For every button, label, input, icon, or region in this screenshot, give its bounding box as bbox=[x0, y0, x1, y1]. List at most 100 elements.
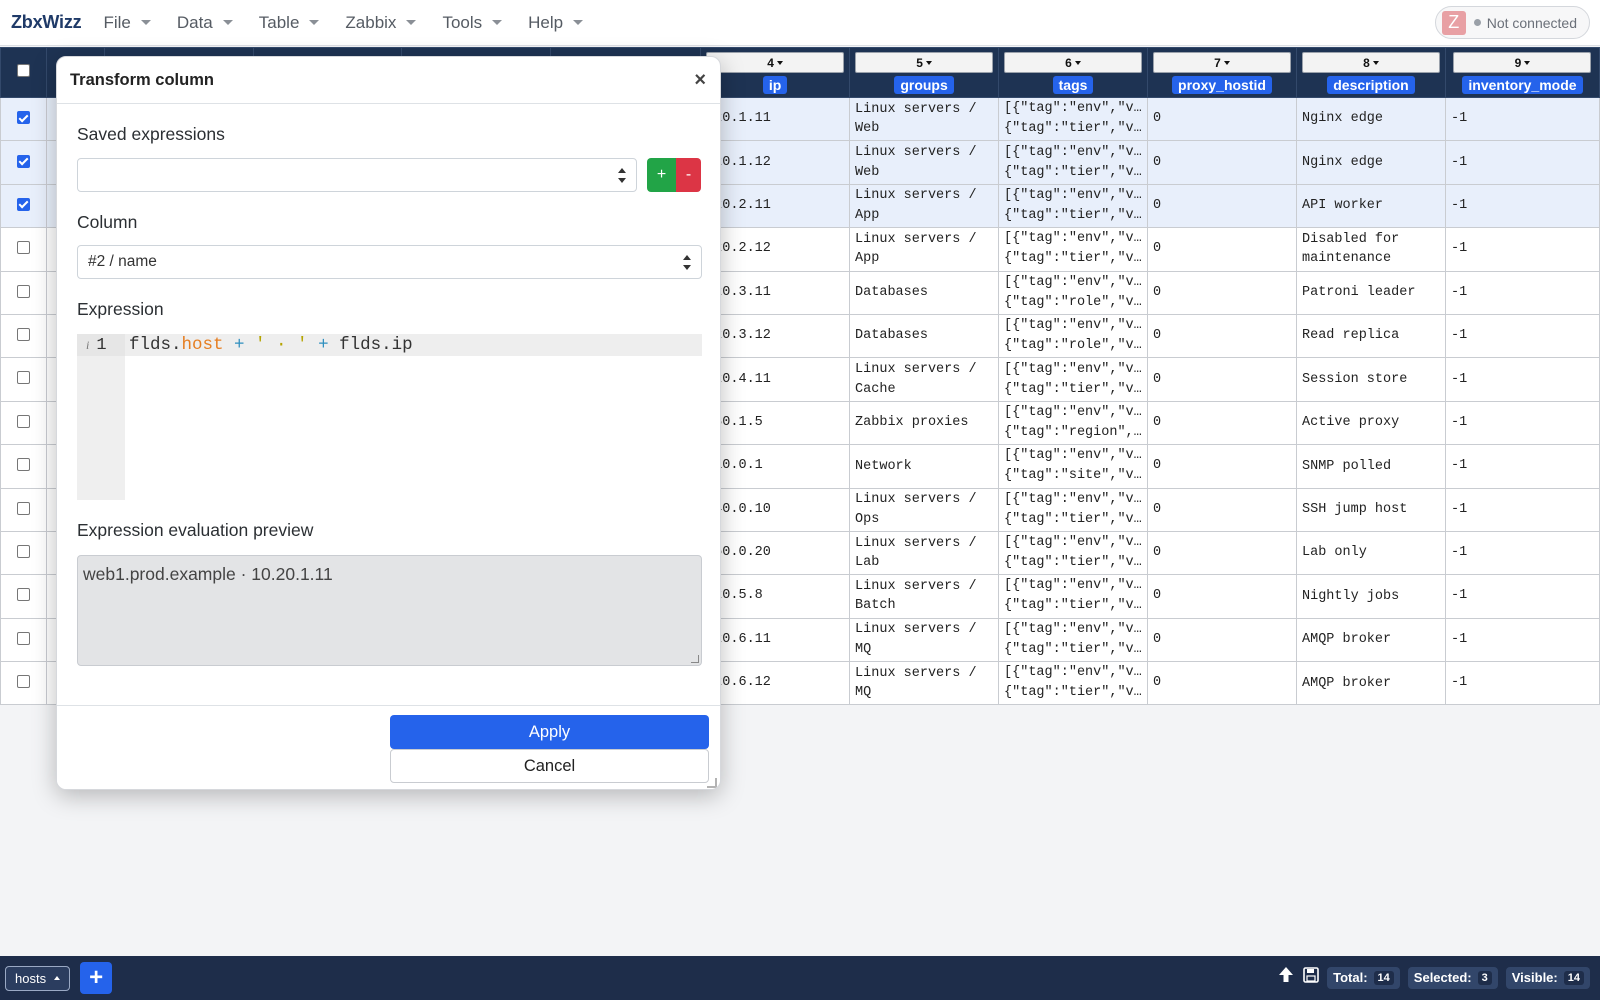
groups-cell[interactable]: Linux servers / MQ bbox=[849, 661, 1000, 706]
ip-cell[interactable]: .10.0.1 bbox=[700, 444, 851, 489]
inventory-mode-cell[interactable]: -1 bbox=[1444, 617, 1600, 663]
column-header-tags[interactable]: 6 tags bbox=[998, 47, 1149, 98]
ip-cell[interactable]: .50.0.20 bbox=[700, 530, 851, 576]
tags-cell[interactable]: [{"tag":"env","v… {"tag":"tier","v… bbox=[998, 661, 1149, 706]
groups-cell[interactable]: Linux servers / MQ bbox=[849, 617, 1000, 663]
groups-cell[interactable]: Databases bbox=[849, 270, 1000, 315]
proxy-hostid-cell[interactable]: 0 bbox=[1147, 617, 1297, 663]
column-sort-button[interactable]: 4 bbox=[706, 52, 845, 73]
groups-cell[interactable]: Zabbix proxies bbox=[849, 400, 1000, 446]
proxy-hostid-cell[interactable]: 0 bbox=[1147, 183, 1297, 229]
groups-cell[interactable]: Linux servers / Ops bbox=[849, 487, 1000, 532]
inventory-mode-cell[interactable]: -1 bbox=[1444, 400, 1600, 446]
ip-cell[interactable]: .20.1.11 bbox=[700, 96, 851, 142]
row-checkbox[interactable] bbox=[16, 501, 30, 515]
select-all-checkbox[interactable] bbox=[16, 64, 30, 78]
ip-cell[interactable]: .20.4.11 bbox=[700, 357, 851, 402]
proxy-hostid-cell[interactable]: 0 bbox=[1147, 661, 1297, 706]
proxy-hostid-cell[interactable]: 0 bbox=[1147, 227, 1297, 272]
description-cell[interactable]: SSH jump host bbox=[1296, 487, 1446, 532]
inventory-mode-cell[interactable]: -1 bbox=[1444, 357, 1600, 402]
row-checkbox[interactable] bbox=[16, 545, 30, 559]
description-cell[interactable]: Patroni leader bbox=[1296, 270, 1446, 315]
inventory-mode-cell[interactable]: -1 bbox=[1444, 444, 1600, 489]
tags-cell[interactable]: [{"tag":"env","v… {"tag":"tier","v… bbox=[998, 357, 1149, 402]
column-sort-button[interactable]: 8 bbox=[1301, 52, 1440, 73]
ip-cell[interactable]: .20.3.12 bbox=[700, 313, 851, 359]
column-sort-button[interactable]: 9 bbox=[1453, 52, 1592, 73]
proxy-hostid-cell[interactable]: 0 bbox=[1147, 487, 1297, 532]
proxy-hostid-cell[interactable]: 0 bbox=[1147, 400, 1297, 446]
row-checkbox[interactable] bbox=[16, 371, 30, 385]
ip-cell[interactable]: .20.2.12 bbox=[700, 227, 851, 272]
inventory-mode-cell[interactable]: -1 bbox=[1444, 183, 1600, 229]
description-cell[interactable]: SNMP polled bbox=[1296, 444, 1446, 489]
menu-help[interactable]: Help bbox=[528, 13, 584, 33]
groups-cell[interactable]: Linux servers / App bbox=[849, 227, 1000, 272]
tags-cell[interactable]: [{"tag":"env","v… {"tag":"role","v… bbox=[998, 313, 1149, 359]
inventory-mode-cell[interactable]: -1 bbox=[1444, 140, 1600, 185]
row-checkbox[interactable] bbox=[16, 111, 30, 125]
menu-table[interactable]: Table bbox=[259, 13, 320, 33]
proxy-hostid-cell[interactable]: 0 bbox=[1147, 357, 1297, 402]
resize-handle-icon[interactable] bbox=[707, 778, 717, 788]
groups-cell[interactable]: Network bbox=[849, 444, 1000, 489]
row-checkbox[interactable] bbox=[16, 241, 30, 255]
groups-cell[interactable]: Linux servers / Cache bbox=[849, 357, 1000, 402]
column-header-groups[interactable]: 5 groups bbox=[849, 47, 1000, 98]
groups-cell[interactable]: Linux servers / App bbox=[849, 183, 1000, 229]
tags-cell[interactable]: [{"tag":"env","v… {"tag":"site","v… bbox=[998, 444, 1149, 489]
menu-zabbix[interactable]: Zabbix bbox=[345, 13, 417, 33]
column-header-description[interactable]: 8 description bbox=[1296, 47, 1446, 98]
column-header-inventory_mode[interactable]: 9 inventory_mode bbox=[1444, 47, 1600, 98]
ip-cell[interactable]: .20.2.11 bbox=[700, 183, 851, 229]
inventory-mode-cell[interactable]: -1 bbox=[1444, 96, 1600, 142]
inventory-mode-cell[interactable]: -1 bbox=[1444, 313, 1600, 359]
inventory-mode-cell[interactable]: -1 bbox=[1444, 487, 1600, 532]
connection-status-button[interactable]: Z Not connected bbox=[1434, 6, 1590, 39]
proxy-hostid-cell[interactable]: 0 bbox=[1147, 270, 1297, 315]
row-checkbox[interactable] bbox=[16, 284, 30, 298]
row-checkbox[interactable] bbox=[16, 588, 30, 602]
preview-textarea[interactable]: web1.prod.example · 10.20.1.11 bbox=[77, 555, 702, 666]
inventory-mode-cell[interactable]: -1 bbox=[1444, 227, 1600, 272]
description-cell[interactable]: Read replica bbox=[1296, 313, 1446, 359]
ip-cell[interactable]: .20.6.11 bbox=[700, 617, 851, 663]
resize-grip-icon[interactable] bbox=[691, 655, 699, 663]
tags-cell[interactable]: [{"tag":"env","v… {"tag":"tier","v… bbox=[998, 617, 1149, 663]
add-sheet-button[interactable]: + bbox=[80, 962, 113, 994]
close-icon[interactable]: × bbox=[694, 69, 706, 92]
row-checkbox[interactable] bbox=[16, 197, 30, 211]
column-header-ip[interactable]: 4 ip bbox=[700, 47, 851, 98]
column-sort-button[interactable]: 7 bbox=[1153, 52, 1291, 73]
description-cell[interactable]: Disabled for maintenance bbox=[1296, 227, 1446, 272]
ip-cell[interactable]: .20.5.8 bbox=[700, 574, 851, 619]
row-checkbox[interactable] bbox=[16, 631, 30, 645]
proxy-hostid-cell[interactable]: 0 bbox=[1147, 574, 1297, 619]
groups-cell[interactable]: Linux servers / Batch bbox=[849, 574, 1000, 619]
row-checkbox[interactable] bbox=[16, 414, 30, 428]
app-brand[interactable]: ZbxWizz bbox=[11, 12, 82, 33]
cancel-button[interactable]: Cancel bbox=[390, 749, 709, 783]
delete-expression-button[interactable]: - bbox=[676, 158, 701, 192]
upload-arrow-icon[interactable] bbox=[1277, 966, 1295, 989]
menu-file[interactable]: File bbox=[103, 13, 151, 33]
row-checkbox[interactable] bbox=[16, 154, 30, 168]
description-cell[interactable]: Lab only bbox=[1296, 530, 1446, 576]
description-cell[interactable]: AMQP broker bbox=[1296, 617, 1446, 663]
expression-editor[interactable]: i 1 flds.host + ' · ' + flds.ip bbox=[77, 334, 702, 500]
add-expression-button[interactable]: + bbox=[647, 158, 676, 192]
column-sort-button[interactable]: 6 bbox=[1004, 52, 1143, 73]
save-icon[interactable] bbox=[1303, 967, 1319, 988]
tags-cell[interactable]: [{"tag":"env","v… {"tag":"tier","v… bbox=[998, 487, 1149, 532]
column-sort-button[interactable]: 5 bbox=[855, 52, 994, 73]
proxy-hostid-cell[interactable]: 0 bbox=[1147, 313, 1297, 359]
description-cell[interactable]: Nginx edge bbox=[1296, 140, 1446, 185]
saved-expressions-select[interactable] bbox=[77, 158, 637, 192]
description-cell[interactable]: API worker bbox=[1296, 183, 1446, 229]
proxy-hostid-cell[interactable]: 0 bbox=[1147, 96, 1297, 142]
ip-cell[interactable]: .20.6.12 bbox=[700, 661, 851, 706]
inventory-mode-cell[interactable]: -1 bbox=[1444, 270, 1600, 315]
tags-cell[interactable]: [{"tag":"env","v… {"tag":"tier","v… bbox=[998, 96, 1149, 142]
ip-cell[interactable]: .20.3.11 bbox=[700, 270, 851, 315]
